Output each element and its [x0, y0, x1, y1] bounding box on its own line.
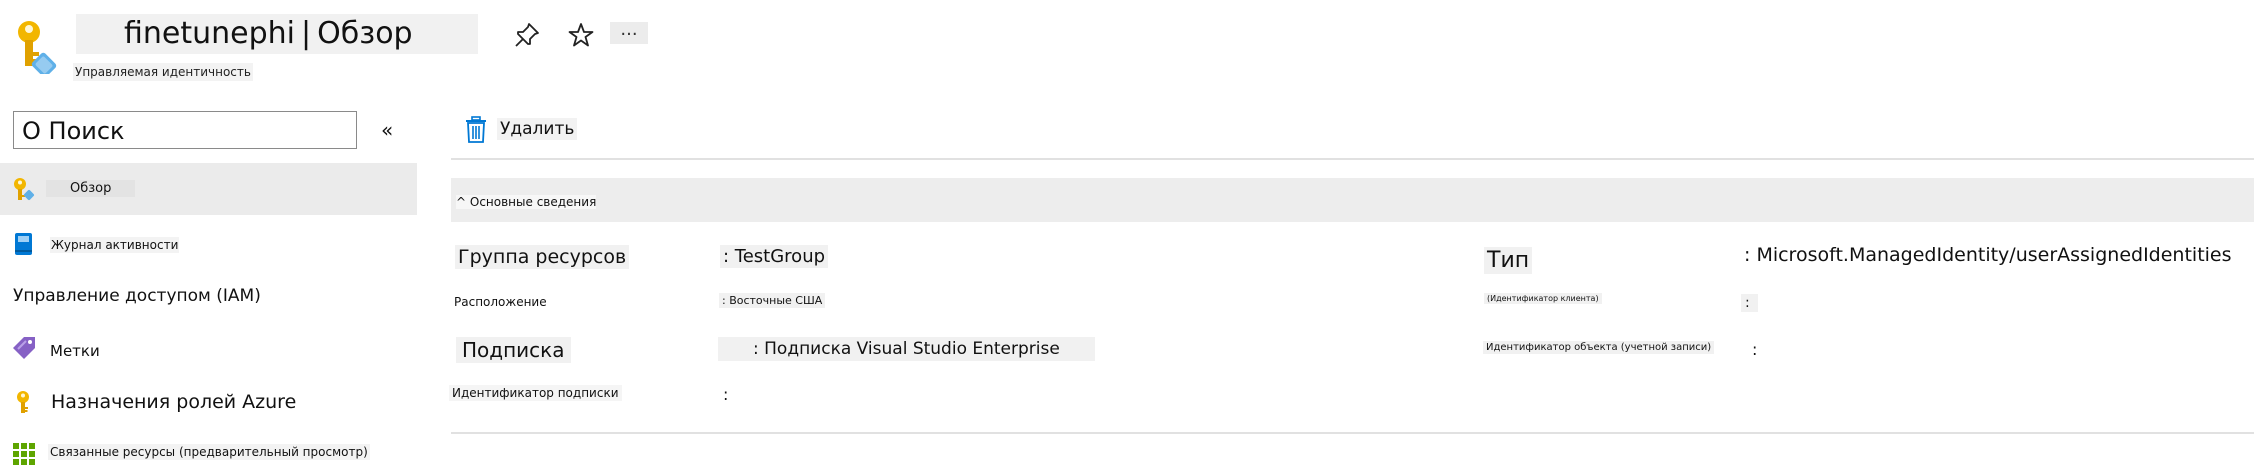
sidebar-item-access-control[interactable]: Управление доступом (IAM)	[0, 282, 417, 314]
subscription-id-value: :	[723, 385, 729, 404]
subscription-value[interactable]: : Подписка Visual Studio Enterprise	[718, 337, 1095, 361]
object-id-value: :	[1752, 340, 1758, 359]
search-icon: О	[22, 117, 41, 145]
tag-icon	[13, 337, 35, 359]
title-separator: |	[301, 16, 312, 51]
pin-icon	[515, 23, 539, 47]
sidebar-item-overview[interactable]: Обзор	[0, 163, 417, 215]
subscription-label: Подписка	[456, 337, 571, 363]
sidebar-item-label: Связанные ресурсы (предварительный просм…	[48, 444, 370, 460]
object-id-label: Идентификатор объекта (учетной записи)	[1483, 341, 1715, 354]
subscription-id-label: Идентификатор подписки	[449, 385, 622, 401]
sidebar-item-label: Управление доступом (IAM)	[13, 286, 261, 306]
managed-identity-key-icon	[18, 21, 57, 74]
sidebar-item-label: Метки	[50, 342, 100, 360]
search-input[interactable]: О Поиск	[13, 111, 357, 149]
type-label: Тип	[1484, 247, 1533, 274]
sidebar-item-activity-log[interactable]: Журнал активности	[0, 228, 417, 262]
page-title: finetunephi | Обзор	[76, 14, 478, 54]
more-actions-button[interactable]: ...	[610, 21, 648, 44]
book-icon	[15, 233, 32, 255]
blade-name: Обзор	[317, 16, 413, 51]
key-icon	[14, 178, 35, 201]
star-icon	[568, 23, 594, 47]
resource-group-value[interactable]: : TestGroup	[720, 245, 829, 268]
trash-icon	[466, 116, 486, 143]
sidebar-item-related-resources[interactable]: Связанные ресурсы (предварительный просм…	[0, 438, 417, 468]
delete-label: Удалить	[497, 118, 578, 140]
location-value: : Восточные США	[719, 293, 826, 308]
essentials-header[interactable]: ^ Основные сведения	[451, 178, 2254, 222]
sidebar-item-label: Журнал активности	[50, 237, 180, 253]
type-value: : Microsoft.ManagedIdentity/userAssigned…	[1744, 244, 2232, 266]
key-icon	[17, 391, 29, 413]
location-label: Расположение	[454, 295, 547, 309]
resource-type-subtitle: Управляемая идентичность	[73, 63, 253, 81]
essentials-divider	[451, 432, 2254, 434]
resource-group-label: Группа ресурсов	[455, 245, 630, 269]
favorite-button[interactable]	[564, 18, 598, 52]
pin-button[interactable]	[510, 18, 544, 52]
grid-icon	[13, 443, 35, 465]
resource-name: finetunephi	[124, 16, 296, 51]
search-placeholder: Поиск	[48, 117, 125, 145]
collapse-sidebar-button[interactable]: «	[381, 118, 393, 142]
sidebar-item-role-assignments[interactable]: Назначения ролей Azure	[0, 386, 417, 420]
sidebar-item-label: Назначения ролей Azure	[51, 391, 297, 413]
sidebar-item-tags[interactable]: Метки	[0, 334, 417, 368]
client-id-label: (Идентификатор клиента)	[1484, 293, 1602, 304]
client-id-value: :	[1741, 294, 1758, 312]
toolbar-divider	[451, 158, 2254, 160]
essentials-toggle[interactable]: ^ Основные сведения	[456, 195, 597, 209]
sidebar-item-label: Обзор	[46, 180, 136, 197]
